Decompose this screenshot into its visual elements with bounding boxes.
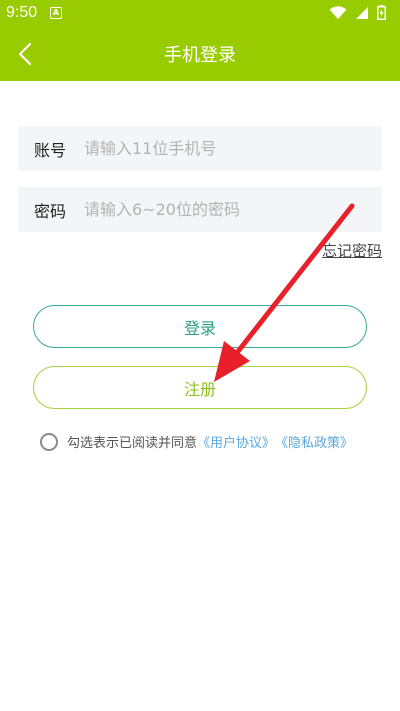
account-label: 账号 [34,140,67,160]
notification-icon: A [50,7,62,19]
agreement-radio[interactable] [40,432,58,451]
annotation-arrow [214,203,355,382]
forgot-password-link[interactable]: 忘记密码 [322,240,382,261]
register-button[interactable]: 注册 [33,366,367,409]
login-button[interactable]: 登录 [33,305,367,348]
signal-icon [356,6,368,19]
user-agreement-link[interactable]: 《用户协议》 [197,432,275,451]
phone-input[interactable] [84,139,354,158]
status-icons [329,5,386,20]
page-title: 手机登录 [164,45,236,66]
account-field: 账号 [18,126,382,171]
password-input[interactable] [84,200,354,219]
battery-charging-icon [377,5,386,20]
privacy-policy-link[interactable]: 《隐私政策》 [275,432,353,451]
password-label: 密码 [34,201,67,221]
agreement-text: 勾选表示已阅读并同意 [67,436,198,451]
password-field: 密码 [18,187,382,232]
wifi-icon [329,5,347,19]
app-bar: 9:50 A 手机登录 [0,0,400,81]
agreement-row: 勾选表示已阅读并同意 《用户协议》 《隐私政策》 [40,432,353,451]
status-time: 9:50 [6,4,38,21]
